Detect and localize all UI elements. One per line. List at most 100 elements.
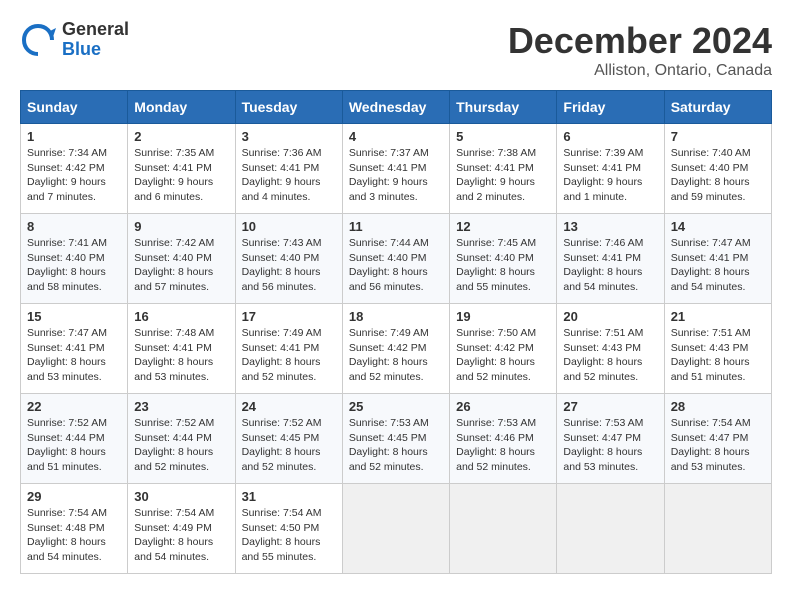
day-info: Sunrise: 7:52 AM Sunset: 4:44 PM Dayligh… [134, 416, 228, 475]
logo-text: General Blue [62, 20, 129, 60]
calendar-cell: 3 Sunrise: 7:36 AM Sunset: 4:41 PM Dayli… [235, 124, 342, 214]
calendar-cell: 5 Sunrise: 7:38 AM Sunset: 4:41 PM Dayli… [450, 124, 557, 214]
day-info: Sunrise: 7:36 AM Sunset: 4:41 PM Dayligh… [242, 146, 336, 205]
day-info: Sunrise: 7:49 AM Sunset: 4:41 PM Dayligh… [242, 326, 336, 385]
calendar-cell: 20 Sunrise: 7:51 AM Sunset: 4:43 PM Dayl… [557, 304, 664, 394]
calendar-cell: 13 Sunrise: 7:46 AM Sunset: 4:41 PM Dayl… [557, 214, 664, 304]
day-info: Sunrise: 7:52 AM Sunset: 4:44 PM Dayligh… [27, 416, 121, 475]
calendar-cell [342, 484, 449, 574]
day-info: Sunrise: 7:51 AM Sunset: 4:43 PM Dayligh… [563, 326, 657, 385]
calendar-week-row: 29 Sunrise: 7:54 AM Sunset: 4:48 PM Dayl… [21, 484, 772, 574]
day-info: Sunrise: 7:40 AM Sunset: 4:40 PM Dayligh… [671, 146, 765, 205]
day-number: 31 [242, 489, 336, 504]
day-number: 1 [27, 129, 121, 144]
day-number: 5 [456, 129, 550, 144]
calendar-cell: 24 Sunrise: 7:52 AM Sunset: 4:45 PM Dayl… [235, 394, 342, 484]
day-number: 11 [349, 219, 443, 234]
calendar-cell: 27 Sunrise: 7:53 AM Sunset: 4:47 PM Dayl… [557, 394, 664, 484]
calendar-header-wednesday: Wednesday [342, 91, 449, 124]
calendar-cell: 6 Sunrise: 7:39 AM Sunset: 4:41 PM Dayli… [557, 124, 664, 214]
day-number: 13 [563, 219, 657, 234]
day-number: 21 [671, 309, 765, 324]
day-info: Sunrise: 7:47 AM Sunset: 4:41 PM Dayligh… [27, 326, 121, 385]
day-info: Sunrise: 7:48 AM Sunset: 4:41 PM Dayligh… [134, 326, 228, 385]
day-number: 26 [456, 399, 550, 414]
day-number: 29 [27, 489, 121, 504]
day-info: Sunrise: 7:54 AM Sunset: 4:49 PM Dayligh… [134, 506, 228, 565]
calendar-cell: 8 Sunrise: 7:41 AM Sunset: 4:40 PM Dayli… [21, 214, 128, 304]
calendar-cell: 12 Sunrise: 7:45 AM Sunset: 4:40 PM Dayl… [450, 214, 557, 304]
calendar-header-friday: Friday [557, 91, 664, 124]
day-number: 14 [671, 219, 765, 234]
location-title: Alliston, Ontario, Canada [508, 62, 772, 80]
day-info: Sunrise: 7:54 AM Sunset: 4:50 PM Dayligh… [242, 506, 336, 565]
calendar-cell: 4 Sunrise: 7:37 AM Sunset: 4:41 PM Dayli… [342, 124, 449, 214]
calendar-cell: 22 Sunrise: 7:52 AM Sunset: 4:44 PM Dayl… [21, 394, 128, 484]
calendar-cell: 25 Sunrise: 7:53 AM Sunset: 4:45 PM Dayl… [342, 394, 449, 484]
logo-blue: Blue [62, 40, 129, 60]
month-title: December 2024 [508, 20, 772, 62]
calendar-cell: 11 Sunrise: 7:44 AM Sunset: 4:40 PM Dayl… [342, 214, 449, 304]
calendar-cell: 14 Sunrise: 7:47 AM Sunset: 4:41 PM Dayl… [664, 214, 771, 304]
calendar-header-thursday: Thursday [450, 91, 557, 124]
day-number: 25 [349, 399, 443, 414]
calendar-cell: 7 Sunrise: 7:40 AM Sunset: 4:40 PM Dayli… [664, 124, 771, 214]
calendar-cell: 26 Sunrise: 7:53 AM Sunset: 4:46 PM Dayl… [450, 394, 557, 484]
day-number: 17 [242, 309, 336, 324]
calendar-week-row: 15 Sunrise: 7:47 AM Sunset: 4:41 PM Dayl… [21, 304, 772, 394]
calendar-cell: 10 Sunrise: 7:43 AM Sunset: 4:40 PM Dayl… [235, 214, 342, 304]
day-number: 10 [242, 219, 336, 234]
calendar-cell [450, 484, 557, 574]
title-block: December 2024 Alliston, Ontario, Canada [508, 20, 772, 80]
calendar-cell: 30 Sunrise: 7:54 AM Sunset: 4:49 PM Dayl… [128, 484, 235, 574]
calendar-week-row: 8 Sunrise: 7:41 AM Sunset: 4:40 PM Dayli… [21, 214, 772, 304]
calendar-cell [664, 484, 771, 574]
calendar-cell: 31 Sunrise: 7:54 AM Sunset: 4:50 PM Dayl… [235, 484, 342, 574]
day-number: 23 [134, 399, 228, 414]
calendar-week-row: 22 Sunrise: 7:52 AM Sunset: 4:44 PM Dayl… [21, 394, 772, 484]
day-info: Sunrise: 7:41 AM Sunset: 4:40 PM Dayligh… [27, 236, 121, 295]
day-info: Sunrise: 7:42 AM Sunset: 4:40 PM Dayligh… [134, 236, 228, 295]
day-info: Sunrise: 7:53 AM Sunset: 4:46 PM Dayligh… [456, 416, 550, 475]
calendar-cell: 1 Sunrise: 7:34 AM Sunset: 4:42 PM Dayli… [21, 124, 128, 214]
calendar-cell: 16 Sunrise: 7:48 AM Sunset: 4:41 PM Dayl… [128, 304, 235, 394]
day-number: 8 [27, 219, 121, 234]
calendar-cell: 19 Sunrise: 7:50 AM Sunset: 4:42 PM Dayl… [450, 304, 557, 394]
day-info: Sunrise: 7:34 AM Sunset: 4:42 PM Dayligh… [27, 146, 121, 205]
calendar-cell: 18 Sunrise: 7:49 AM Sunset: 4:42 PM Dayl… [342, 304, 449, 394]
calendar-cell: 2 Sunrise: 7:35 AM Sunset: 4:41 PM Dayli… [128, 124, 235, 214]
day-info: Sunrise: 7:53 AM Sunset: 4:47 PM Dayligh… [563, 416, 657, 475]
calendar-header-sunday: Sunday [21, 91, 128, 124]
calendar-cell: 23 Sunrise: 7:52 AM Sunset: 4:44 PM Dayl… [128, 394, 235, 484]
day-number: 2 [134, 129, 228, 144]
day-info: Sunrise: 7:54 AM Sunset: 4:47 PM Dayligh… [671, 416, 765, 475]
day-number: 28 [671, 399, 765, 414]
day-number: 16 [134, 309, 228, 324]
calendar-cell: 21 Sunrise: 7:51 AM Sunset: 4:43 PM Dayl… [664, 304, 771, 394]
logo-general: General [62, 20, 129, 40]
day-number: 12 [456, 219, 550, 234]
calendar-table: SundayMondayTuesdayWednesdayThursdayFrid… [20, 90, 772, 574]
logo: General Blue [20, 20, 129, 60]
day-number: 9 [134, 219, 228, 234]
day-info: Sunrise: 7:53 AM Sunset: 4:45 PM Dayligh… [349, 416, 443, 475]
day-info: Sunrise: 7:35 AM Sunset: 4:41 PM Dayligh… [134, 146, 228, 205]
calendar-header-saturday: Saturday [664, 91, 771, 124]
calendar-header-tuesday: Tuesday [235, 91, 342, 124]
calendar-cell: 28 Sunrise: 7:54 AM Sunset: 4:47 PM Dayl… [664, 394, 771, 484]
day-number: 30 [134, 489, 228, 504]
day-info: Sunrise: 7:44 AM Sunset: 4:40 PM Dayligh… [349, 236, 443, 295]
calendar-cell: 15 Sunrise: 7:47 AM Sunset: 4:41 PM Dayl… [21, 304, 128, 394]
day-number: 18 [349, 309, 443, 324]
calendar-header-monday: Monday [128, 91, 235, 124]
day-info: Sunrise: 7:38 AM Sunset: 4:41 PM Dayligh… [456, 146, 550, 205]
calendar-cell: 17 Sunrise: 7:49 AM Sunset: 4:41 PM Dayl… [235, 304, 342, 394]
day-info: Sunrise: 7:39 AM Sunset: 4:41 PM Dayligh… [563, 146, 657, 205]
day-info: Sunrise: 7:46 AM Sunset: 4:41 PM Dayligh… [563, 236, 657, 295]
day-number: 15 [27, 309, 121, 324]
page-header: General Blue December 2024 Alliston, Ont… [20, 20, 772, 80]
calendar-cell: 9 Sunrise: 7:42 AM Sunset: 4:40 PM Dayli… [128, 214, 235, 304]
calendar-header-row: SundayMondayTuesdayWednesdayThursdayFrid… [21, 91, 772, 124]
day-number: 19 [456, 309, 550, 324]
logo-icon [20, 22, 56, 58]
